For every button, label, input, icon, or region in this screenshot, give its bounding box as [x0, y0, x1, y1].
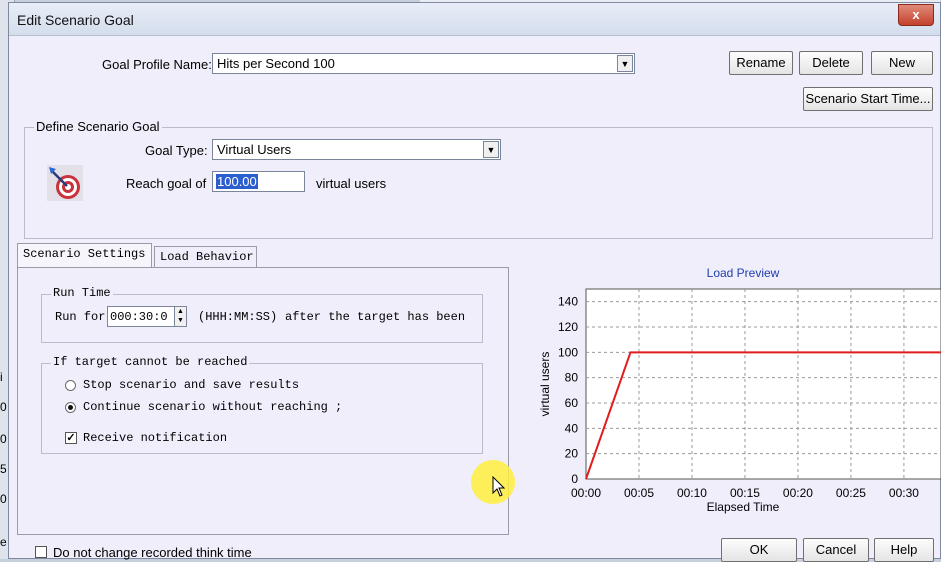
chart-title: Load Preview — [707, 266, 780, 280]
ok-button[interactable]: OK — [721, 538, 797, 562]
chevron-down-icon[interactable]: ▼ — [483, 141, 499, 158]
y-tick-label: 0 — [571, 472, 578, 486]
after-target-label: after the target has been — [285, 310, 466, 324]
x-axis-label: Elapsed Time — [707, 500, 780, 514]
stop-scenario-label: Stop scenario and save results — [83, 378, 300, 392]
load-preview-svg: Load Preview 0 20 40 60 80 100 120 140 00:00 00:05… — [538, 266, 941, 514]
scenario-start-time-button[interactable]: Scenario Start Time... — [803, 87, 933, 111]
goal-type-label: Goal Type: — [145, 143, 208, 158]
tab-load-behavior[interactable]: Load Behavior — [154, 246, 257, 267]
y-tick-label: 20 — [565, 447, 579, 461]
think-time-checkbox[interactable] — [35, 546, 47, 558]
plot-area — [585, 288, 941, 480]
run-time-input[interactable]: 000:30:0 — [107, 306, 175, 327]
time-format-label: (HHH:MM:SS) — [198, 310, 278, 324]
x-tick-label: 00:15 — [730, 486, 760, 500]
cancel-button[interactable]: Cancel — [803, 538, 869, 562]
y-tick-label: 40 — [565, 421, 579, 435]
reach-goal-label: Reach goal of — [126, 176, 207, 191]
y-tick-label: 140 — [558, 295, 578, 309]
continue-scenario-radio[interactable] — [65, 402, 76, 413]
delete-button[interactable]: Delete — [799, 51, 863, 75]
goal-profile-select[interactable]: Hits per Second 100 ▼ — [212, 53, 635, 74]
y-tick-label: 120 — [558, 320, 578, 334]
goal-profile-label: Goal Profile Name: — [102, 57, 212, 72]
tab-scenario-settings[interactable]: Scenario Settings — [17, 243, 152, 268]
y-tick-label: 100 — [558, 345, 578, 359]
reach-goal-value: 100.00 — [216, 174, 258, 189]
x-tick-label: 00:25 — [836, 486, 866, 500]
x-tick-label: 00:30 — [889, 486, 919, 500]
chevron-down-icon[interactable]: ▼ — [617, 55, 633, 72]
help-button[interactable]: Help — [874, 538, 934, 562]
define-scenario-goal-title: Define Scenario Goal — [34, 119, 162, 134]
y-tick-label: 60 — [565, 396, 579, 410]
load-preview-chart: Load Preview 0 20 40 60 80 100 120 140 00:00 00:05… — [521, 259, 941, 521]
new-button[interactable]: New — [871, 51, 933, 75]
goal-type-value: Virtual Users — [217, 142, 292, 157]
receive-notification-label: Receive notification — [83, 431, 228, 445]
y-tick-label: 80 — [565, 371, 579, 385]
spin-updown-icon[interactable]: ▲ ▼ — [174, 306, 187, 327]
run-time-title: Run Time — [51, 286, 113, 300]
run-for-label: Run for — [55, 310, 106, 324]
reach-goal-input[interactable]: 100.00 — [212, 171, 305, 192]
target-not-reached-title: If target cannot be reached — [51, 355, 250, 369]
close-button[interactable]: x — [898, 4, 934, 26]
continue-scenario-label: Continue scenario without reaching ; — [83, 400, 343, 414]
x-tick-label: 00:05 — [624, 486, 654, 500]
receive-notification-checkbox[interactable]: ✓ — [65, 432, 77, 444]
mouse-pointer-icon — [492, 475, 506, 498]
stop-scenario-radio[interactable] — [65, 380, 76, 391]
run-time-value: 000:30:0 — [110, 310, 168, 324]
x-tick-label: 00:20 — [783, 486, 813, 500]
goal-profile-value: Hits per Second 100 — [217, 56, 335, 71]
dialog-title: Edit Scenario Goal — [17, 12, 134, 28]
y-axis-label: virtual users — [538, 352, 552, 417]
target-dart-icon — [47, 165, 83, 201]
goal-type-select[interactable]: Virtual Users ▼ — [212, 139, 501, 160]
reach-goal-unit: virtual users — [316, 176, 387, 191]
x-tick-label: 00:10 — [677, 486, 707, 500]
title-bar: Edit Scenario Goal x — [9, 3, 940, 36]
x-tick-label: 00:00 — [571, 486, 601, 500]
rename-button[interactable]: Rename — [729, 51, 793, 75]
think-time-label: Do not change recorded think time — [53, 545, 252, 560]
